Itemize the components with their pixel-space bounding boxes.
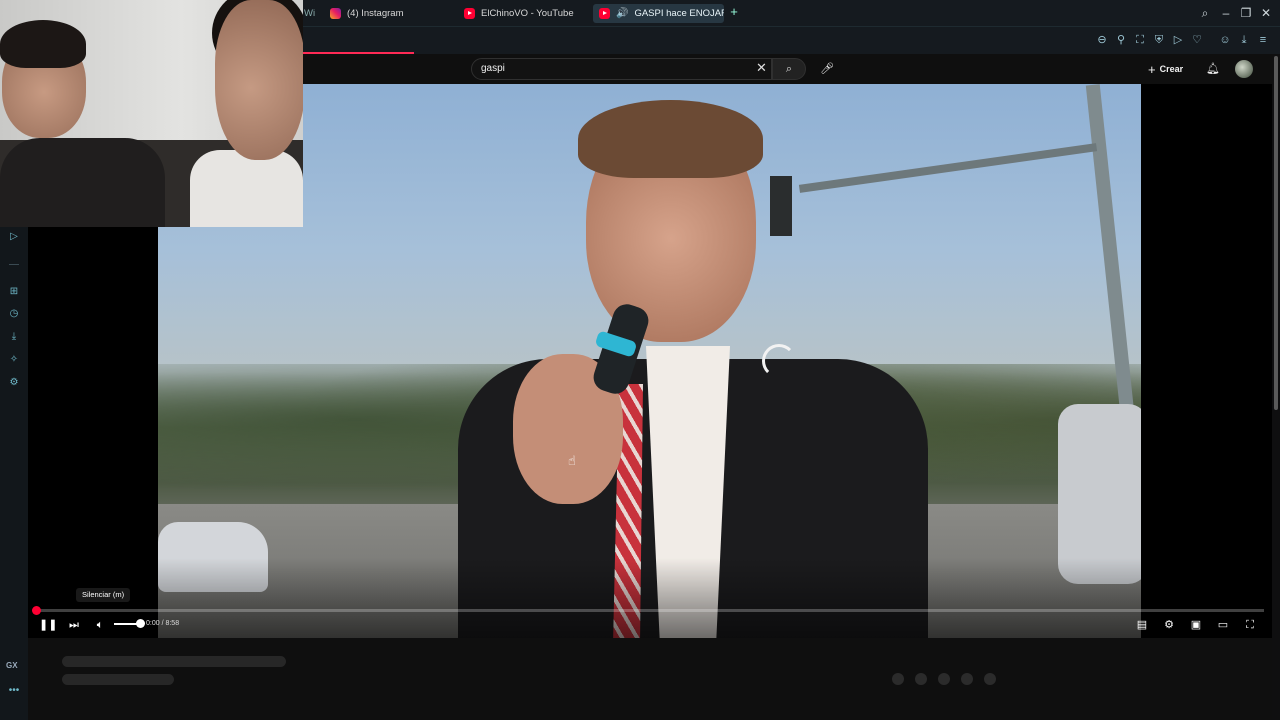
mute-button[interactable]: 🔈︎ bbox=[91, 616, 109, 634]
next-icon: ⏭︎ bbox=[69, 619, 79, 631]
webcam-person2-head bbox=[215, 0, 303, 160]
avatar[interactable] bbox=[1235, 60, 1253, 78]
speed-dial-icon[interactable]: ⊞ bbox=[6, 284, 22, 300]
settings-button[interactable]: ⚙ bbox=[1160, 616, 1178, 634]
sidebar-divider bbox=[9, 264, 19, 265]
loading-dot bbox=[892, 673, 904, 685]
youtube-icon bbox=[599, 8, 610, 19]
scroll-thumb[interactable] bbox=[1274, 56, 1278, 410]
zoom-out-icon[interactable]: ⊖ bbox=[1094, 32, 1110, 48]
menu-icon[interactable]: ≡ bbox=[1255, 32, 1271, 48]
new-tab-button[interactable]: + bbox=[728, 5, 740, 18]
loading-dot bbox=[984, 673, 996, 685]
time-display: 0:00 / 8:58 bbox=[146, 620, 179, 627]
meta-skeleton bbox=[62, 674, 174, 685]
tab-label: GASPI hace ENOJAR bbox=[634, 8, 724, 19]
theater-icon: ▭ bbox=[1217, 619, 1229, 631]
webcam-person2-body bbox=[190, 150, 303, 227]
video-car bbox=[1058, 404, 1141, 584]
download-icon[interactable]: ⤓ bbox=[1236, 32, 1252, 48]
create-button[interactable]: + Crear bbox=[1148, 60, 1183, 78]
restore-icon[interactable]: ❐ bbox=[1238, 5, 1254, 21]
shield-icon[interactable]: ⛨ bbox=[1151, 32, 1167, 48]
time-current: 0:00 bbox=[146, 620, 160, 627]
search-button[interactable]: ⌕ bbox=[772, 58, 806, 80]
notifications-icon[interactable]: 🔔︎ bbox=[1204, 60, 1222, 78]
loading-dot bbox=[938, 673, 950, 685]
speaker-icon[interactable]: 🔊 bbox=[616, 8, 628, 19]
send-icon[interactable]: ▷ bbox=[6, 229, 22, 245]
tab-label: ElChinoVO - YouTube bbox=[481, 8, 574, 19]
gx-label[interactable]: GX bbox=[6, 661, 18, 670]
loading-dot bbox=[915, 673, 927, 685]
volume-icon: 🔈︎ bbox=[96, 619, 104, 631]
profile-icon[interactable]: ☺ bbox=[1217, 32, 1233, 48]
search-input[interactable] bbox=[481, 63, 741, 74]
downloads-icon[interactable]: ⤓ bbox=[6, 329, 22, 345]
volume-knob[interactable] bbox=[136, 619, 145, 628]
loading-dots bbox=[892, 673, 996, 685]
minimize-icon[interactable]: – bbox=[1218, 5, 1234, 21]
clear-search-icon[interactable]: ✕ bbox=[756, 60, 767, 76]
theater-mode-button[interactable]: ▭ bbox=[1214, 616, 1232, 634]
mute-tooltip: Silenciar (m) bbox=[76, 588, 131, 602]
miniplayer-icon: ▣ bbox=[1190, 619, 1202, 631]
loading-spinner-icon bbox=[762, 344, 796, 378]
time-total: 8:58 bbox=[165, 620, 180, 627]
instagram-icon bbox=[330, 8, 341, 19]
pause-button[interactable]: ❚❚ bbox=[39, 616, 57, 634]
tab-instagram[interactable]: (4) Instagram bbox=[324, 4, 444, 23]
tab-elchinovo[interactable]: ElChinoVO - YouTube bbox=[458, 4, 586, 23]
video-traffic-light bbox=[770, 176, 792, 236]
player-icon[interactable]: ▷ bbox=[1170, 32, 1186, 48]
pause-icon: ❚❚ bbox=[39, 619, 58, 631]
create-label: Crear bbox=[1159, 64, 1184, 74]
close-window-icon[interactable]: ✕ bbox=[1258, 5, 1274, 21]
tab-partial-label: Wi bbox=[304, 8, 316, 19]
title-skeleton bbox=[62, 656, 286, 667]
tab-label: (4) Instagram bbox=[347, 8, 404, 19]
plus-icon: + bbox=[1148, 61, 1156, 77]
progress-bar[interactable] bbox=[36, 609, 1264, 612]
pin-icon[interactable]: ⚲ bbox=[1113, 32, 1129, 48]
video-person-hair bbox=[578, 100, 763, 178]
fullscreen-button[interactable]: ⛶ bbox=[1241, 616, 1259, 634]
subtitles-icon: ▤ bbox=[1136, 619, 1148, 631]
history-icon[interactable]: ◷ bbox=[6, 306, 22, 322]
subtitles-button[interactable]: ▤ bbox=[1133, 616, 1151, 634]
tab-gaspi-active[interactable]: 🔊 GASPI hace ENOJAR bbox=[593, 4, 724, 23]
webcam-overlay bbox=[0, 0, 303, 227]
search-icon: ⌕ bbox=[785, 63, 793, 75]
loading-dot bbox=[961, 673, 973, 685]
pointer-cursor-icon: ☝︎ bbox=[568, 453, 576, 468]
progress-scrubber[interactable] bbox=[32, 606, 41, 615]
video-frame[interactable]: ☝︎ bbox=[158, 84, 1141, 638]
extensions-icon[interactable]: ✧ bbox=[6, 352, 22, 368]
controls-gradient bbox=[28, 558, 1272, 638]
webcam-person1-hair bbox=[0, 20, 86, 68]
miniplayer-button[interactable]: ▣ bbox=[1187, 616, 1205, 634]
youtube-icon bbox=[464, 8, 475, 19]
voice-search-icon[interactable]: 🎤︎ bbox=[818, 60, 836, 78]
next-button[interactable]: ⏭︎ bbox=[65, 616, 83, 634]
video-pole-arm bbox=[798, 143, 1098, 193]
webcam-person1-body bbox=[0, 138, 165, 227]
heart-icon[interactable]: ♡ bbox=[1189, 32, 1205, 48]
settings-icon[interactable]: ⚙ bbox=[6, 375, 22, 391]
snapshot-icon[interactable]: ⛶ bbox=[1132, 32, 1148, 48]
more-options-icon[interactable]: ••• bbox=[6, 683, 22, 699]
fullscreen-icon: ⛶ bbox=[1246, 619, 1254, 631]
search-tabs-icon[interactable]: ⌕ bbox=[1197, 5, 1213, 21]
gear-icon: ⚙ bbox=[1164, 619, 1174, 631]
